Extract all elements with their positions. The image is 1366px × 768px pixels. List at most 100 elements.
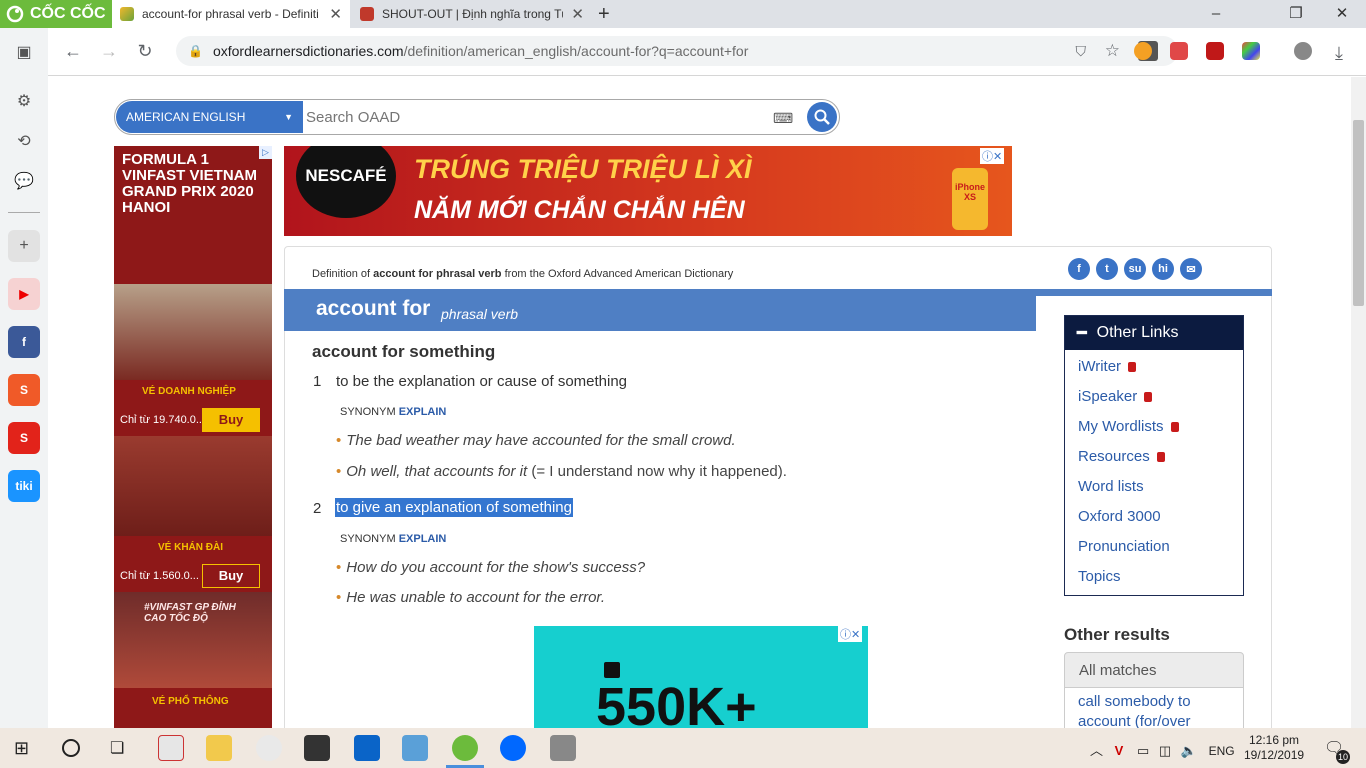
unikey-icon[interactable]: V: [1115, 743, 1124, 758]
browser-sidebar: ▣ ⚙ ⟲ 💬 + ▶ f S S tiki: [0, 28, 48, 728]
facebook-share-icon[interactable]: f: [1068, 258, 1090, 280]
bookmark-star-icon[interactable]: ☆: [1105, 41, 1120, 61]
taskbar-app-icon[interactable]: [256, 735, 282, 761]
search-input[interactable]: [306, 104, 756, 130]
extension-red-icon[interactable]: [1206, 42, 1224, 60]
downloads-icon[interactable]: ⤓: [1324, 38, 1354, 68]
example-sentence: • He was unable to account for the error.: [336, 589, 606, 606]
ad-buy-button[interactable]: Buy: [202, 564, 260, 588]
other-link-item[interactable]: Word lists: [1078, 478, 1144, 495]
extension-shield-icon[interactable]: [1170, 42, 1188, 60]
hi-share-icon[interactable]: hi: [1152, 258, 1174, 280]
ad-phone-label: iPhone XS: [952, 168, 988, 230]
sense-definition: to be the explanation or cause of someth…: [336, 373, 628, 390]
oxford-favicon-icon: [120, 7, 134, 21]
adchoices-close-icon[interactable]: ⓘ✕: [980, 148, 1005, 164]
settings-icon[interactable]: ⚙: [8, 85, 40, 117]
other-link-item[interactable]: Oxford 3000: [1078, 508, 1161, 525]
add-app-icon[interactable]: +: [8, 230, 40, 262]
definition-prefix: Definition of: [312, 268, 371, 280]
other-links-header[interactable]: ━ Other Links: [1065, 316, 1243, 350]
tab-active[interactable]: account-for phrasal verb - Definiti ✕: [112, 0, 350, 28]
volume-icon[interactable]: 🔈: [1181, 743, 1197, 758]
adchoices-close-icon[interactable]: ⓘ✕: [838, 626, 863, 642]
cortana-icon[interactable]: [62, 739, 80, 757]
example-sentence: • Oh well, that accounts for it (= I unde…: [336, 463, 787, 480]
windows-start-icon[interactable]: ⊞: [14, 738, 29, 759]
back-button[interactable]: ←: [58, 36, 88, 66]
close-window-button[interactable]: ✕: [1322, 2, 1362, 26]
ad-hashtag: #VINFAST GP ĐỈNH CAO TỐC ĐỘ: [144, 602, 236, 624]
new-tab-button[interactable]: +: [598, 3, 610, 26]
other-link-item[interactable]: iSpeaker: [1078, 388, 1153, 405]
synonym-link[interactable]: EXPLAIN: [399, 533, 447, 545]
synonym-line: SYNONYM EXPLAIN: [340, 533, 446, 545]
sense-number: 2: [313, 500, 322, 517]
sidebar-divider: [8, 212, 40, 213]
other-link-item[interactable]: Topics: [1078, 568, 1121, 585]
twitter-share-icon[interactable]: t: [1096, 258, 1118, 280]
nescafe-logo: NESCAFÉ: [296, 146, 396, 218]
battery-icon[interactable]: ▭: [1137, 743, 1149, 758]
facebook-icon[interactable]: f: [8, 326, 40, 358]
all-matches-tab[interactable]: All matches: [1064, 652, 1244, 688]
search-button[interactable]: [807, 102, 837, 132]
idiom-heading: account for something: [312, 342, 496, 361]
other-link-label: Resources: [1078, 448, 1150, 465]
file-explorer-icon[interactable]: [206, 735, 232, 761]
sticky-notes-icon[interactable]: [304, 735, 330, 761]
shopee-icon[interactable]: S: [8, 374, 40, 406]
minimize-button[interactable]: –: [1196, 2, 1236, 26]
left-banner-ad[interactable]: FORMULA 1 VINFAST VIETNAM GRAND PRIX 202…: [114, 146, 272, 728]
tiki-icon[interactable]: tiki: [8, 470, 40, 502]
shield-icon[interactable]: ⛉: [1076, 43, 1087, 60]
scrollbar-thumb[interactable]: [1353, 120, 1364, 306]
address-bar[interactable]: 🔒 oxfordlearnersdictionaries.com/definit…: [176, 36, 1178, 66]
youtube-icon[interactable]: ▶: [8, 278, 40, 310]
email-share-icon[interactable]: ✉: [1180, 258, 1202, 280]
sendo-icon[interactable]: S: [8, 422, 40, 454]
task-view-icon[interactable]: ❏: [110, 738, 124, 758]
collapse-icon: ━: [1077, 325, 1087, 342]
reload-button[interactable]: ↻: [130, 36, 160, 66]
tray-chevron-icon[interactable]: ︿: [1090, 743, 1103, 758]
top-banner-ad[interactable]: NESCAFÉ TRÚNG TRIỆU TRIỆU LÌ XÌ NĂM MỚI …: [284, 146, 1012, 236]
close-tab-icon[interactable]: ✕: [571, 5, 584, 23]
sense-definition-selected[interactable]: to give an explanation of something: [335, 498, 573, 517]
ad-buy-button[interactable]: Buy: [202, 408, 260, 432]
extension-colors-icon[interactable]: [1242, 42, 1260, 60]
restore-button[interactable]: ❐: [1276, 2, 1316, 26]
dictionary-select[interactable]: AMERICAN ENGLISH ▼: [116, 101, 303, 133]
taskbar-app-icon[interactable]: [550, 735, 576, 761]
photos-icon[interactable]: [402, 735, 428, 761]
taskbar-clock[interactable]: 12:16 pm 19/12/2019: [1244, 733, 1304, 763]
coccoc-taskbar-icon[interactable]: [452, 735, 478, 761]
messenger-icon[interactable]: 💬: [8, 165, 40, 197]
lock-icon: 🔒: [188, 44, 203, 58]
history-icon[interactable]: ⟲: [8, 125, 40, 157]
other-link-item[interactable]: Resources: [1078, 448, 1165, 465]
extension-chrome-icon[interactable]: [1134, 42, 1152, 60]
forward-button[interactable]: →: [94, 36, 124, 66]
outlook-icon[interactable]: [354, 735, 380, 761]
example-gloss: (= I understand now why it happened).: [527, 463, 787, 480]
adchoices-icon[interactable]: ▷: [259, 146, 272, 159]
language-indicator[interactable]: ENG: [1209, 744, 1235, 758]
browser-logo[interactable]: CỐC CỐC: [0, 0, 112, 28]
other-link-item[interactable]: Pronunciation: [1078, 538, 1170, 555]
clock-time: 12:16 pm: [1249, 733, 1300, 747]
profile-avatar[interactable]: [1294, 42, 1312, 60]
other-link-item[interactable]: My Wordlists: [1078, 418, 1179, 435]
synonym-link[interactable]: EXPLAIN: [399, 406, 447, 418]
stumbleupon-share-icon[interactable]: su: [1124, 258, 1146, 280]
other-link-item[interactable]: iWriter: [1078, 358, 1137, 375]
taskbar-app-icon[interactable]: [158, 735, 184, 761]
close-tab-icon[interactable]: ✕: [329, 5, 342, 23]
tab-inactive[interactable]: SHOUT-OUT | Định nghĩa trong Tủ ✕: [352, 0, 592, 28]
zalo-icon[interactable]: [500, 735, 526, 761]
sidebar-toggle-icon[interactable]: ▣: [8, 36, 40, 68]
other-result-link[interactable]: call somebody to account (for/over: [1078, 692, 1238, 732]
keyboard-icon[interactable]: ⌨: [773, 110, 793, 127]
other-link-label: Pronunciation: [1078, 538, 1170, 555]
network-icon[interactable]: ◫: [1159, 743, 1171, 758]
